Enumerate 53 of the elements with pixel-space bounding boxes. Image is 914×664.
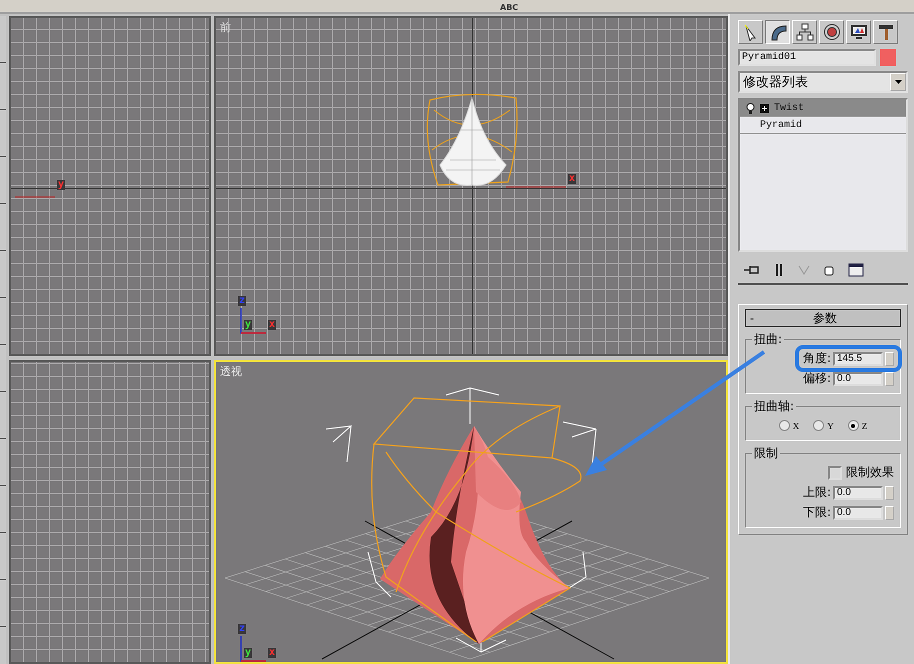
axis-label: y [244,648,252,658]
field-label: 上限: [802,484,831,501]
rollout-header[interactable]: - 参数 [745,309,901,327]
group-title: 扭曲轴: [753,398,796,415]
field-label: 角度: [802,350,831,367]
spinner-field[interactable]: 0.0 [833,486,883,500]
toolbar-text: ABC [500,4,518,12]
axis-label: x [268,648,276,658]
axis-line-icon [15,196,55,198]
hierarchy-icon [796,23,814,41]
axis-label: x [268,320,276,330]
object-color-swatch[interactable] [880,49,896,66]
grid-viewport[interactable] [9,360,211,664]
hammer-icon [876,23,894,41]
field-label: 偏移: [802,370,831,387]
axis-radio[interactable]: X [778,420,800,431]
spinner-field[interactable]: 145.5 [833,352,883,366]
axis-label: z [238,296,246,306]
axis-line-icon [506,186,566,188]
spinner-arrows-icon[interactable] [885,372,894,386]
checkbox[interactable] [828,466,842,480]
radio-dot[interactable] [848,420,859,431]
axis-radio[interactable]: Y [813,420,834,431]
bend-icon [768,23,786,41]
axis-label: y [244,320,252,330]
viewport-label: 透视 [220,364,242,379]
modifier-list-dropdown[interactable]: 修改器列表 [738,71,908,93]
field-label: 下限: [802,504,831,521]
monitor-icon [850,23,868,41]
object-name-field[interactable]: Pyramid01 [738,49,876,66]
group-title: 限制 [753,445,779,462]
pin-icon[interactable] [744,265,760,275]
axis-label: z [238,624,246,634]
spinner-field[interactable]: 0.0 [833,506,883,520]
wheel-icon [822,23,840,41]
axis-radio[interactable]: Z [848,420,868,431]
perspective-viewport[interactable]: 透视 z y x [214,360,728,664]
caret-icon [894,80,902,84]
grid-viewport[interactable]: 前 x z y x [214,16,728,356]
light-bulb-icon [746,102,755,114]
stack-item[interactable]: Twist [740,100,906,117]
viewport-label: 前 [220,20,231,35]
radio-dot[interactable] [813,420,824,431]
plus-icon [760,104,769,112]
axis-label: x [568,174,576,184]
stack-item[interactable]: Pyramid [740,117,906,134]
spinner-field[interactable]: 0.0 [833,372,883,386]
axis-label: y [57,180,66,190]
bars-icon[interactable] [774,263,784,277]
panel-tab[interactable] [765,20,790,44]
radio-dot[interactable] [778,420,790,431]
group-title: 扭曲: [753,331,784,348]
limit-effect-checkbox[interactable]: 限制效果 [752,464,894,481]
